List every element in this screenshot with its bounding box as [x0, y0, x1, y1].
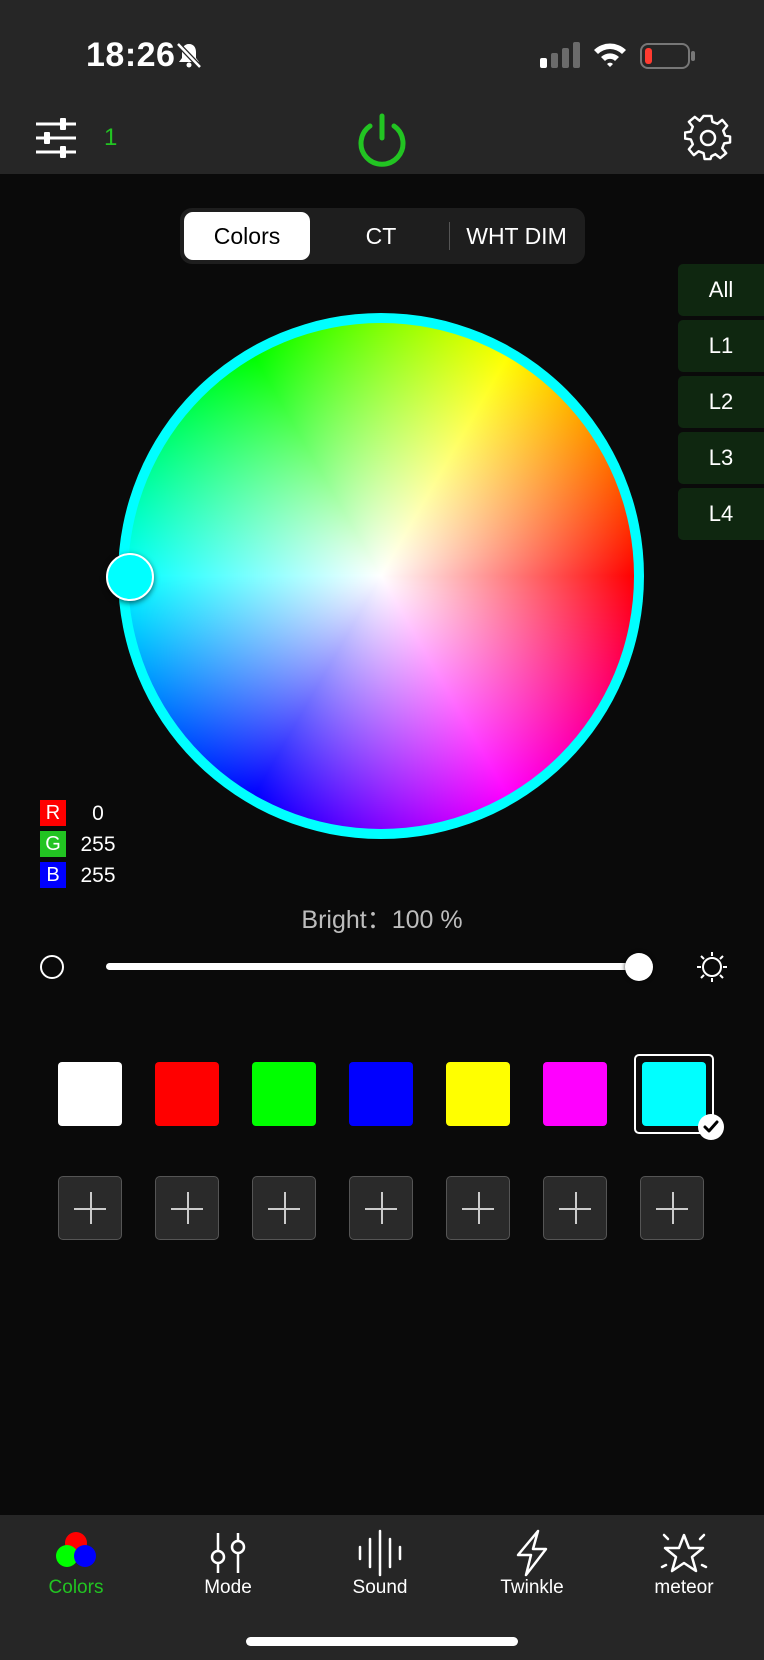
blue-badge: B	[40, 862, 66, 888]
red-badge: R	[40, 800, 66, 826]
zone-l1-button[interactable]: L1	[678, 320, 764, 372]
nav-meteor-label: meteor	[654, 1577, 714, 1598]
brightness-slider-track[interactable]	[106, 963, 640, 970]
nav-twinkle[interactable]: Twinkle	[456, 1515, 608, 1625]
add-custom-color-button[interactable]	[349, 1176, 413, 1240]
add-custom-color-button[interactable]	[155, 1176, 219, 1240]
wifi-icon	[594, 43, 626, 67]
brightness-slider-knob[interactable]	[625, 953, 653, 981]
checkmark-icon	[698, 1114, 724, 1140]
preset-yellow-swatch[interactable]	[446, 1062, 510, 1126]
nav-mode-label: Mode	[204, 1577, 252, 1598]
blue-value: 255	[80, 864, 116, 887]
add-custom-color-button[interactable]	[543, 1176, 607, 1240]
tab-ct[interactable]: CT	[316, 212, 446, 260]
brightness-low-icon	[40, 955, 64, 979]
zone-l2-button[interactable]: L2	[678, 376, 764, 428]
zone-list: All L1 L2 L3 L4	[678, 264, 764, 544]
nav-sound[interactable]: Sound	[304, 1515, 456, 1625]
preset-blue-swatch[interactable]	[349, 1062, 413, 1126]
brightness-label: Bright：100 %	[301, 906, 463, 934]
red-value: 0	[92, 802, 104, 825]
add-custom-color-button[interactable]	[640, 1176, 704, 1240]
nav-meteor[interactable]: meteor	[608, 1515, 760, 1625]
star-icon	[660, 1533, 708, 1573]
nav-twinkle-label: Twinkle	[500, 1577, 564, 1598]
sound-bars-icon	[358, 1529, 402, 1577]
zone-l3-button[interactable]: L3	[678, 432, 764, 484]
preset-red-swatch[interactable]	[155, 1062, 219, 1126]
segment-divider	[449, 222, 450, 250]
nav-mode[interactable]: Mode	[152, 1515, 304, 1625]
status-bar: 18:26	[0, 0, 764, 104]
preset-cyan-swatch[interactable]	[642, 1062, 706, 1126]
silent-bell-icon	[176, 42, 202, 69]
settings-gear-icon[interactable]	[684, 114, 732, 162]
preset-green-swatch[interactable]	[252, 1062, 316, 1126]
green-value: 255	[80, 833, 116, 856]
nav-colors[interactable]: Colors	[0, 1515, 152, 1625]
rgb-circles-icon	[56, 1532, 96, 1567]
cellular-signal-icon	[540, 42, 580, 68]
lightning-icon	[516, 1529, 548, 1577]
tab-wht-dim[interactable]: WHT DIM	[452, 212, 581, 260]
status-time: 18:26	[86, 36, 176, 74]
power-icon[interactable]	[352, 110, 412, 170]
preset-white-swatch[interactable]	[58, 1062, 122, 1126]
preset-magenta-swatch[interactable]	[543, 1062, 607, 1126]
add-custom-color-button[interactable]	[446, 1176, 510, 1240]
home-indicator	[246, 1637, 518, 1646]
zone-l4-button[interactable]: L4	[678, 488, 764, 540]
color-wheel[interactable]	[128, 323, 634, 829]
mode-segmented-control: Colors CT WHT DIM	[180, 208, 585, 264]
nav-colors-label: Colors	[48, 1577, 104, 1598]
bottom-tab-bar: Colors Mode Sound Twinkle meteor	[0, 1515, 764, 1660]
color-wheel-thumb[interactable]	[106, 553, 154, 601]
nav-sound-label: Sound	[352, 1577, 408, 1598]
add-custom-color-button[interactable]	[58, 1176, 122, 1240]
green-badge: G	[40, 831, 66, 857]
brightness-high-icon	[697, 952, 727, 982]
zone-all-button[interactable]: All	[678, 264, 764, 316]
mode-sliders-icon	[210, 1533, 246, 1573]
adjust-sliders-icon[interactable]	[34, 116, 78, 160]
group-number: 1	[104, 124, 118, 151]
battery-low-icon	[640, 43, 695, 69]
tab-colors[interactable]: Colors	[184, 212, 310, 260]
add-custom-color-button[interactable]	[252, 1176, 316, 1240]
top-bar: 1	[0, 104, 764, 174]
